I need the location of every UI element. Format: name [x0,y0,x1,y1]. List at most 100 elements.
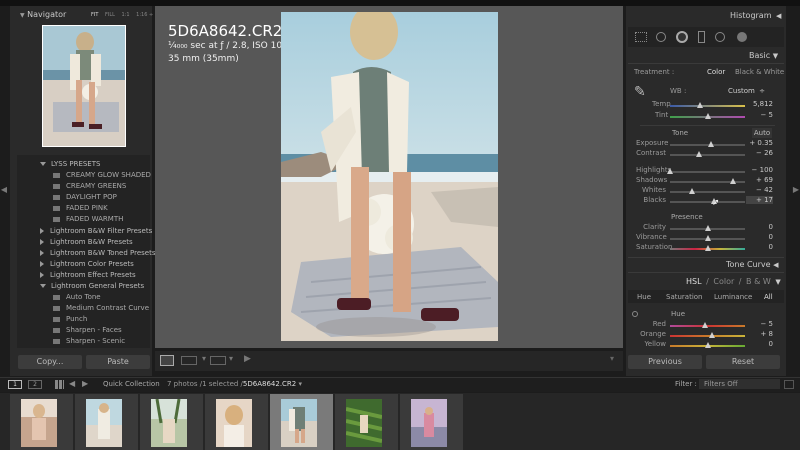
tone-curve-header[interactable]: Tone Curve ◀ [726,260,779,269]
grid-view-icon[interactable] [55,380,64,389]
highlights-slider-track[interactable] [670,171,745,173]
main-photo[interactable] [281,12,498,341]
filmstrip-thumbnail[interactable] [140,394,203,450]
preset-item[interactable]: FADED PINK [53,203,108,214]
temp-slider-track[interactable] [670,105,745,107]
preset-group[interactable]: Lightroom Color Presets [40,259,134,270]
vibrance-value[interactable]: 0 [746,233,773,241]
previous-button[interactable]: Previous [628,355,702,369]
tab-bw[interactable]: B & W [746,277,771,286]
filter-lock-icon[interactable] [784,380,794,389]
compare-view-icon[interactable] [210,356,226,365]
blacks-value[interactable]: + 17 [746,196,773,204]
clarity-value[interactable]: 0 [746,223,773,231]
copy-button[interactable]: Copy... [18,355,82,369]
highlights-slider-knob[interactable] [667,168,673,174]
crop-overlay-icon[interactable] [635,32,647,42]
whites-slider-track[interactable] [670,191,745,193]
toolbar-menu-icon[interactable]: ▾ [610,354,614,363]
blacks-slider-track[interactable] [670,201,745,203]
temp-slider-knob[interactable] [697,102,703,108]
preset-group[interactable]: Lightroom B&W Toned Presets [40,248,155,259]
histogram-header[interactable]: Histogram ◀ [730,11,781,20]
auto-tone-button[interactable]: Auto [752,128,772,138]
contrast-slider-track[interactable] [670,154,745,156]
red-hue-value[interactable]: − 5 [746,320,773,328]
loupe-view-icon[interactable] [160,355,174,366]
zoom-fill[interactable]: FILL [105,12,115,18]
preset-group[interactable]: Lightroom B&W Presets [40,237,133,248]
play-icon[interactable]: ▶ [244,354,251,364]
exposure-value[interactable]: + 0.35 [746,139,773,147]
adjustment-brush-icon[interactable] [737,32,747,42]
preset-item[interactable]: FADED WARMTH [53,214,123,225]
shadows-slider-knob[interactable] [730,178,736,184]
preset-item[interactable]: CREAMY GLOW SHADED [53,170,151,181]
orange-hue-slider-knob[interactable] [709,332,715,338]
contrast-slider-knob[interactable] [695,151,702,157]
filmstrip-info[interactable]: 7 photos /1 selected /5D6A8642.CR2 ▾ [167,380,302,388]
wb-select[interactable]: Custom ÷ [728,87,765,95]
red-eye-icon[interactable] [676,31,688,43]
tint-value[interactable]: − 5 [746,111,773,119]
paste-button[interactable]: Paste [86,355,150,369]
filter-select[interactable]: Filters Off [699,379,780,389]
preset-item[interactable]: Sharpen - Scenic [53,336,125,347]
saturation-slider-knob[interactable] [704,245,711,251]
filmstrip-thumbnail[interactable] [75,394,138,450]
zoom-1-16[interactable]: 1:16 [136,12,147,18]
clarity-slider-knob[interactable] [704,225,711,231]
shadows-value[interactable]: + 69 [746,176,773,184]
whites-slider-knob[interactable] [688,188,695,194]
exposure-slider-knob[interactable] [707,141,714,147]
contrast-value[interactable]: − 26 [746,149,773,157]
preset-group[interactable]: Lightroom B&W Filter Presets [40,226,152,237]
preset-item[interactable]: Punch [53,314,87,325]
radial-filter-icon[interactable] [715,32,725,42]
navigator-preview[interactable] [42,25,126,147]
reset-button[interactable]: Reset [706,355,780,369]
orange-hue-value[interactable]: + 8 [746,330,773,338]
preset-item[interactable]: Sharpen - Faces [53,325,122,336]
right-panel-toggle-icon[interactable]: ▶ [792,180,800,200]
subtab-luminance[interactable]: Luminance [714,293,752,301]
treatment-color-option[interactable]: Color [707,68,725,76]
filmstrip-thumbnail[interactable] [335,394,398,450]
treatment-bw-option[interactable]: Black & White [735,68,784,76]
preset-item[interactable]: Auto Tone [53,292,101,303]
temp-value[interactable]: 5,812 [746,100,773,108]
preset-item[interactable]: DAYLIGHT POP [53,192,117,203]
dropdown-arrow-icon[interactable]: ▾ [229,354,233,363]
red-hue-slider-track[interactable] [670,325,745,327]
left-panel-toggle-icon[interactable]: ◀ [0,180,8,200]
preset-group[interactable]: Lightroom Effect Presets [40,270,136,281]
filmstrip-thumbnail[interactable] [400,394,463,450]
graduated-filter-icon[interactable] [698,31,705,43]
target-adjust-icon[interactable] [632,311,638,317]
orange-hue-slider-track[interactable] [670,335,745,337]
spot-removal-icon[interactable] [656,32,666,42]
filmstrip-thumbnail-selected[interactable] [270,394,333,450]
vibrance-slider-knob[interactable] [704,235,711,241]
forward-arrow-icon[interactable]: ▶ [82,379,88,388]
primary-window-button[interactable]: 1 [8,380,22,389]
red-hue-slider-knob[interactable] [701,322,708,328]
saturation-value[interactable]: 0 [746,243,773,251]
subtab-all[interactable]: All [764,293,773,301]
back-arrow-icon[interactable]: ◀ [69,379,75,388]
collapse-icon[interactable]: ◀ [776,12,781,20]
yellow-hue-value[interactable]: 0 [746,340,773,348]
filmstrip-thumbnail[interactable] [205,394,268,450]
navigator-header[interactable]: ▼ Navigator [20,10,66,19]
subtab-saturation[interactable]: Saturation [666,293,703,301]
source-collection-label[interactable]: Quick Collection [103,380,160,388]
highlights-value[interactable]: − 100 [746,166,773,174]
eyedropper-icon[interactable]: ✎ [634,84,646,100]
tint-slider-knob[interactable] [705,113,711,119]
preset-group-general[interactable]: Lightroom General Presets [40,281,144,292]
yellow-hue-slider-knob[interactable] [704,342,711,348]
preset-group-lyss[interactable]: LYSS PRESETS [40,159,100,170]
secondary-window-button[interactable]: 2 [28,380,42,389]
zoom-fit[interactable]: FIT [91,12,98,18]
subtab-hue[interactable]: Hue [637,293,651,301]
